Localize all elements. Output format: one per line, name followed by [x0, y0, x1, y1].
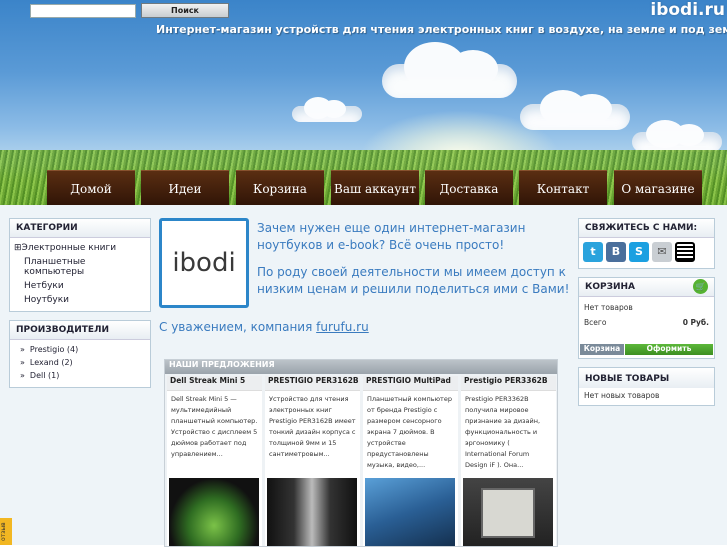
- expand-icon[interactable]: ⊞: [14, 243, 22, 253]
- qr-code-icon[interactable]: [675, 242, 695, 262]
- nav-item-cart[interactable]: Корзина: [236, 170, 324, 207]
- cart-title: КОРЗИНА 🛒: [579, 278, 714, 297]
- search-button[interactable]: Поиск: [141, 3, 229, 18]
- right-sidebar: СВЯЖИТЕСЬ С НАМИ: t B S ✉ КОРЗИНА 🛒 Нет …: [578, 218, 715, 414]
- cloud-decoration: [292, 97, 362, 122]
- nav-item-contact[interactable]: Контакт: [519, 170, 607, 207]
- company-link[interactable]: furufu.ru: [316, 320, 369, 334]
- skype-icon[interactable]: S: [629, 242, 649, 262]
- category-label: Электронные книги: [21, 243, 117, 253]
- search-input[interactable]: [30, 4, 136, 18]
- cloud-decoration: [520, 90, 630, 130]
- categories-title: КАТЕГОРИИ: [10, 219, 150, 238]
- nav-item-about[interactable]: О магазине: [614, 170, 702, 207]
- product-image[interactable]: [463, 478, 553, 546]
- contact-box: СВЯЖИТЕСЬ С НАМИ: t B S ✉: [578, 218, 715, 269]
- cloud-decoration: [382, 42, 517, 98]
- new-products-empty: Нет новых товаров: [579, 388, 714, 405]
- product-image[interactable]: [365, 478, 455, 546]
- cart-total-value: 0 Руб.: [682, 318, 709, 327]
- double-chevron-icon: »: [20, 358, 25, 367]
- cart-total-label: Всего: [584, 318, 607, 327]
- offers-title: НАШИ ПРЕДЛОЖЕНИЯ: [165, 360, 557, 374]
- double-chevron-icon: »: [20, 345, 25, 354]
- intro-text: Зачем нужен еще один интернет-магазин но…: [257, 220, 577, 308]
- product-image[interactable]: [267, 478, 357, 546]
- product-card[interactable]: PRESTIGIO PER3162B Устройство для чтения…: [265, 376, 360, 546]
- category-item[interactable]: ⊞Электронные книги: [10, 241, 150, 255]
- cloud-decoration: [632, 120, 722, 152]
- double-chevron-icon: »: [20, 371, 25, 380]
- product-card[interactable]: Prestigio PER3362B Prestigio PER3362B по…: [461, 376, 556, 546]
- left-sidebar: КАТЕГОРИИ ⊞Электронные книги Планшетные …: [9, 218, 151, 396]
- cart-total-row: Всего 0 Руб.: [579, 315, 714, 330]
- cart-title-text: КОРЗИНА: [585, 282, 636, 292]
- feedback-tab[interactable]: отзыв: [0, 518, 12, 545]
- site-logo[interactable]: ibodi.ru: [650, 0, 725, 20]
- manufacturer-item[interactable]: » Lexand (2): [10, 356, 150, 369]
- vkontakte-icon[interactable]: B: [606, 242, 626, 262]
- ibodi-logo: ibodi: [159, 218, 249, 308]
- product-description: Dell Streak Mini 5 — мультимедийный план…: [171, 395, 258, 458]
- nav-item-account[interactable]: Ваш аккаунт: [331, 170, 419, 207]
- email-icon[interactable]: ✉: [652, 242, 672, 262]
- intro-paragraph: По роду своей деятельности мы имеем дост…: [257, 265, 570, 296]
- signature: С уважением, компания furufu.ru: [159, 320, 369, 334]
- manufacturer-label: Dell (1): [29, 371, 60, 380]
- contact-title: СВЯЖИТЕСЬ С НАМИ:: [579, 219, 714, 238]
- product-title[interactable]: Dell Streak Mini 5: [167, 376, 262, 391]
- cart-box: КОРЗИНА 🛒 Нет товаров Всего 0 Руб. Корзи…: [578, 277, 715, 359]
- product-description: Планшетный компьютер от бренда Prestigio…: [367, 395, 452, 469]
- main-nav: Домой Идеи Корзина Ваш аккаунт Доставка …: [0, 170, 727, 207]
- new-products-box: НОВЫЕ ТОВАРЫ Нет новых товаров: [578, 367, 715, 406]
- nav-item-delivery[interactable]: Доставка: [425, 170, 513, 207]
- categories-box: КАТЕГОРИИ ⊞Электронные книги Планшетные …: [9, 218, 151, 312]
- manufacturer-item[interactable]: » Dell (1): [10, 369, 150, 382]
- category-item[interactable]: Ноутбуки: [10, 293, 150, 307]
- nav-item-home[interactable]: Домой: [47, 170, 135, 207]
- twitter-icon[interactable]: t: [583, 242, 603, 262]
- signature-text: С уважением, компания: [159, 320, 313, 334]
- product-title[interactable]: Prestigio PER3362B: [461, 376, 556, 391]
- new-products-empty-text: Нет новых товаров: [584, 391, 660, 400]
- cart-empty-row: Нет товаров: [579, 297, 714, 315]
- cart-button[interactable]: Корзина: [580, 344, 624, 355]
- category-item[interactable]: Планшетные компьютеры: [10, 255, 150, 279]
- site-tagline: Интернет-магазин устройств для чтения эл…: [156, 23, 727, 36]
- product-title[interactable]: PRESTIGIO PER3162B: [265, 376, 360, 391]
- manufacturer-label: Lexand (2): [29, 358, 73, 367]
- product-card[interactable]: Dell Streak Mini 5 Dell Streak Mini 5 — …: [167, 376, 262, 546]
- product-image[interactable]: [169, 478, 259, 546]
- offers-panel: НАШИ ПРЕДЛОЖЕНИЯ Dell Streak Mini 5 Dell…: [164, 359, 558, 547]
- product-description: Устройство для чтения электронных книг P…: [269, 395, 356, 458]
- nav-item-ideas[interactable]: Идеи: [141, 170, 229, 207]
- checkout-button[interactable]: Оформить: [625, 344, 713, 355]
- product-description: Prestigio PER3362B получила мировое приз…: [465, 395, 541, 469]
- manufacturer-item[interactable]: » Prestigio (4): [10, 343, 150, 356]
- product-title[interactable]: PRESTIGIO MultiPad: [363, 376, 458, 391]
- cart-empty-text: Нет товаров: [584, 303, 633, 312]
- category-item[interactable]: Нетбуки: [10, 279, 150, 293]
- ereader-screen: [481, 488, 535, 538]
- intro-paragraph: Зачем нужен еще один интернет-магазин но…: [257, 221, 526, 252]
- product-card[interactable]: PRESTIGIO MultiPad Планшетный компьютер …: [363, 376, 458, 546]
- cart-icon: 🛒: [693, 279, 708, 294]
- manufacturer-label: Prestigio (4): [29, 345, 79, 354]
- manufacturers-title: ПРОИЗВОДИТЕЛИ: [10, 321, 150, 340]
- new-products-title: НОВЫЕ ТОВАРЫ: [579, 368, 714, 388]
- manufacturers-box: ПРОИЗВОДИТЕЛИ » Prestigio (4) » Lexand (2)…: [9, 320, 151, 388]
